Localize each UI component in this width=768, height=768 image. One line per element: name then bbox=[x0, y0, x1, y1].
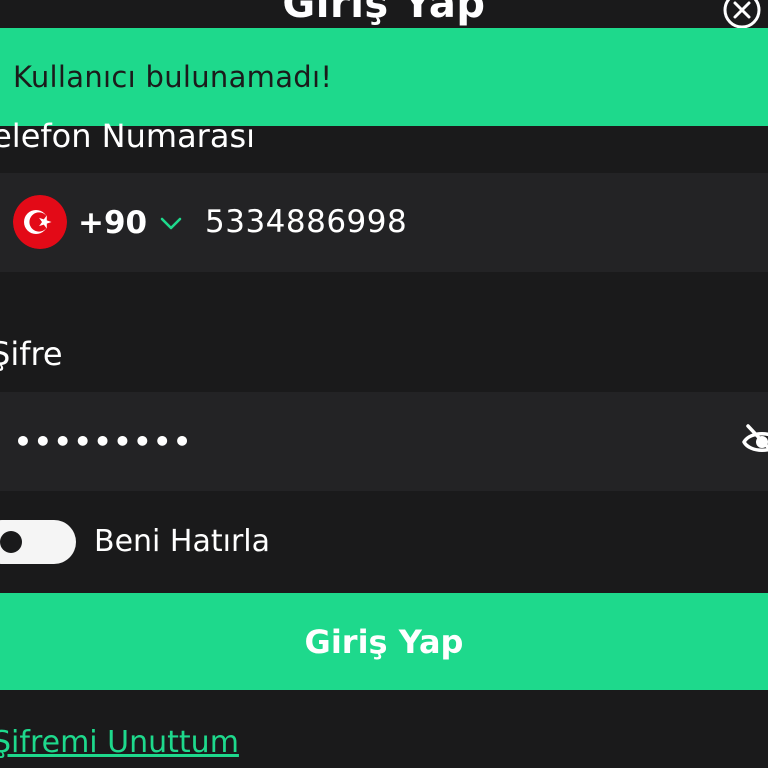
toggle-password-visibility-button[interactable] bbox=[740, 420, 768, 464]
remember-me-label: Beni Hatırla bbox=[94, 524, 271, 559]
close-icon bbox=[723, 0, 761, 29]
phone-input[interactable] bbox=[205, 197, 745, 247]
close-button[interactable] bbox=[722, 0, 762, 30]
error-toast-message: Kullanıcı bulunamadı! bbox=[13, 60, 333, 94]
login-button[interactable]: Giriş Yap bbox=[0, 593, 768, 690]
dial-code[interactable]: +90 bbox=[78, 201, 147, 245]
password-field bbox=[0, 392, 768, 491]
page-title: Giriş Yap bbox=[282, 0, 486, 27]
eye-off-icon bbox=[742, 424, 768, 452]
remember-me-toggle[interactable] bbox=[0, 520, 76, 564]
login-screen: Giriş Yap Kullanıcı bulunamadı! Telefon … bbox=[0, 0, 768, 768]
remember-me-toggle-knob bbox=[0, 531, 22, 553]
turkey-flag-icon bbox=[13, 195, 67, 249]
phone-label: Telefon Numarası bbox=[0, 117, 255, 155]
country-selector[interactable] bbox=[13, 195, 67, 249]
chevron-down-icon bbox=[160, 217, 182, 230]
country-dropdown-button[interactable] bbox=[157, 209, 185, 237]
forgot-password-link[interactable]: Şifremi Unuttum bbox=[0, 722, 239, 764]
error-toast: Kullanıcı bulunamadı! bbox=[0, 28, 768, 126]
password-label: Şifre bbox=[0, 335, 63, 373]
phone-field: +90 bbox=[0, 173, 768, 272]
password-input[interactable] bbox=[14, 416, 714, 466]
